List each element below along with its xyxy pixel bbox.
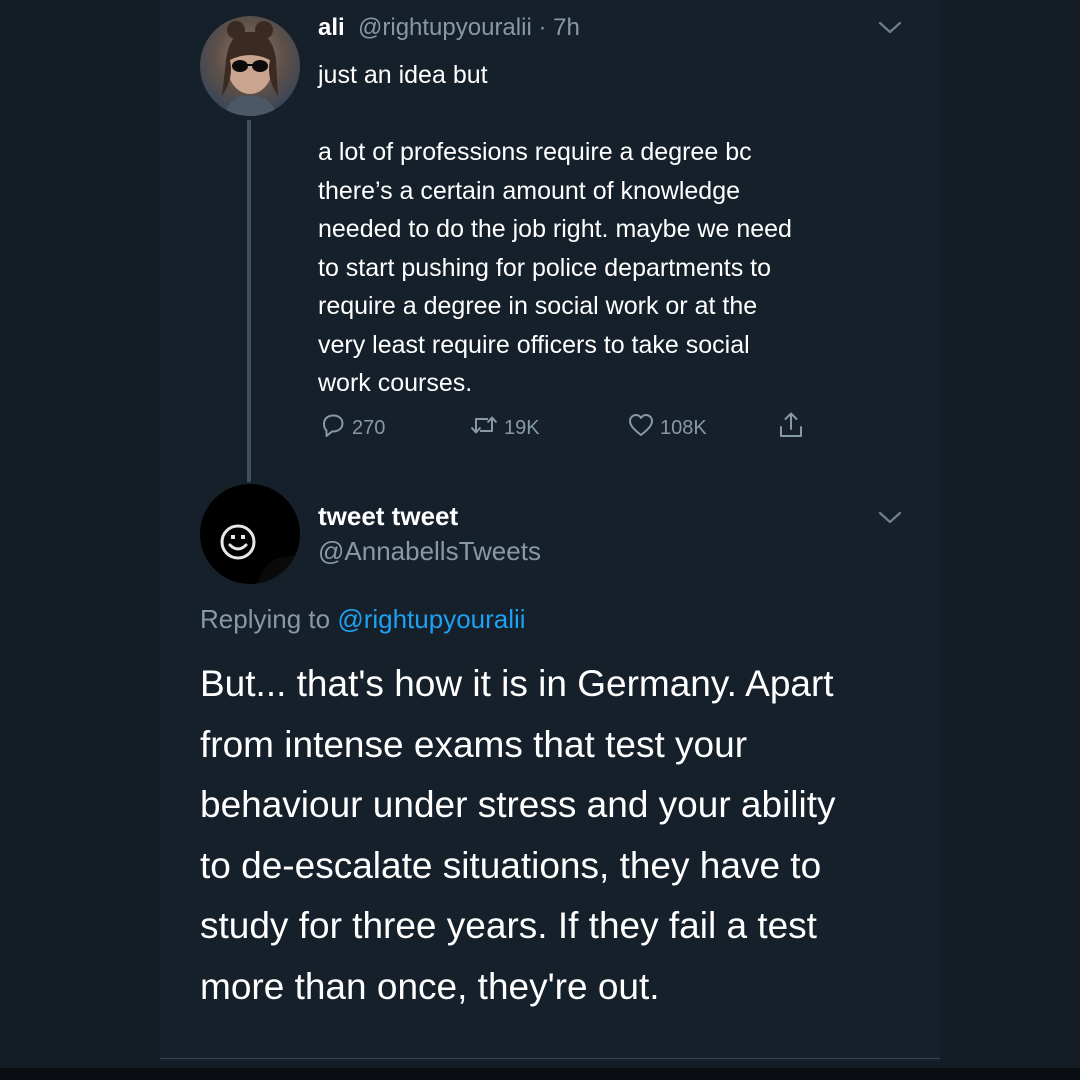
tweet-actions: 270 19K 108K <box>318 410 838 440</box>
replying-prefix: Replying to <box>200 604 331 634</box>
bottom-edge <box>0 1068 1080 1080</box>
chevron-down-icon[interactable] <box>876 508 904 533</box>
author-handle-time[interactable]: @rightupyouralii · 7h <box>358 14 580 42</box>
replying-to: Replying to @rightupyouralii <box>200 604 526 635</box>
author-name[interactable]: ali <box>318 14 345 42</box>
chevron-down-icon[interactable] <box>876 18 904 43</box>
smiley-face-icon <box>220 524 300 584</box>
retweet-icon <box>468 410 504 446</box>
tweet-text: just an idea but a lot of professions re… <box>318 61 792 397</box>
author-name[interactable]: tweet tweet <box>318 501 458 532</box>
like-button[interactable]: 108K <box>626 410 707 446</box>
retweet-button[interactable]: 19K <box>468 410 540 446</box>
avatar[interactable] <box>200 484 300 584</box>
heart-icon <box>626 410 660 446</box>
like-count: 108K <box>660 416 707 439</box>
reply-button[interactable]: 270 <box>318 410 385 446</box>
divider <box>160 1058 940 1059</box>
share-button[interactable] <box>776 410 810 446</box>
mention-link[interactable]: @rightupyouralii <box>337 604 525 634</box>
thread-connector <box>247 120 251 482</box>
retweet-count: 19K <box>504 416 540 439</box>
avatar[interactable] <box>200 16 300 116</box>
tweet-text: But... that's how it is in Germany. Apar… <box>200 663 836 1007</box>
author-handle[interactable]: @AnnabellsTweets <box>318 536 541 567</box>
avatar-photo <box>222 21 278 116</box>
reply-icon <box>318 410 352 446</box>
reply-count: 270 <box>352 416 386 439</box>
share-icon <box>776 410 810 446</box>
